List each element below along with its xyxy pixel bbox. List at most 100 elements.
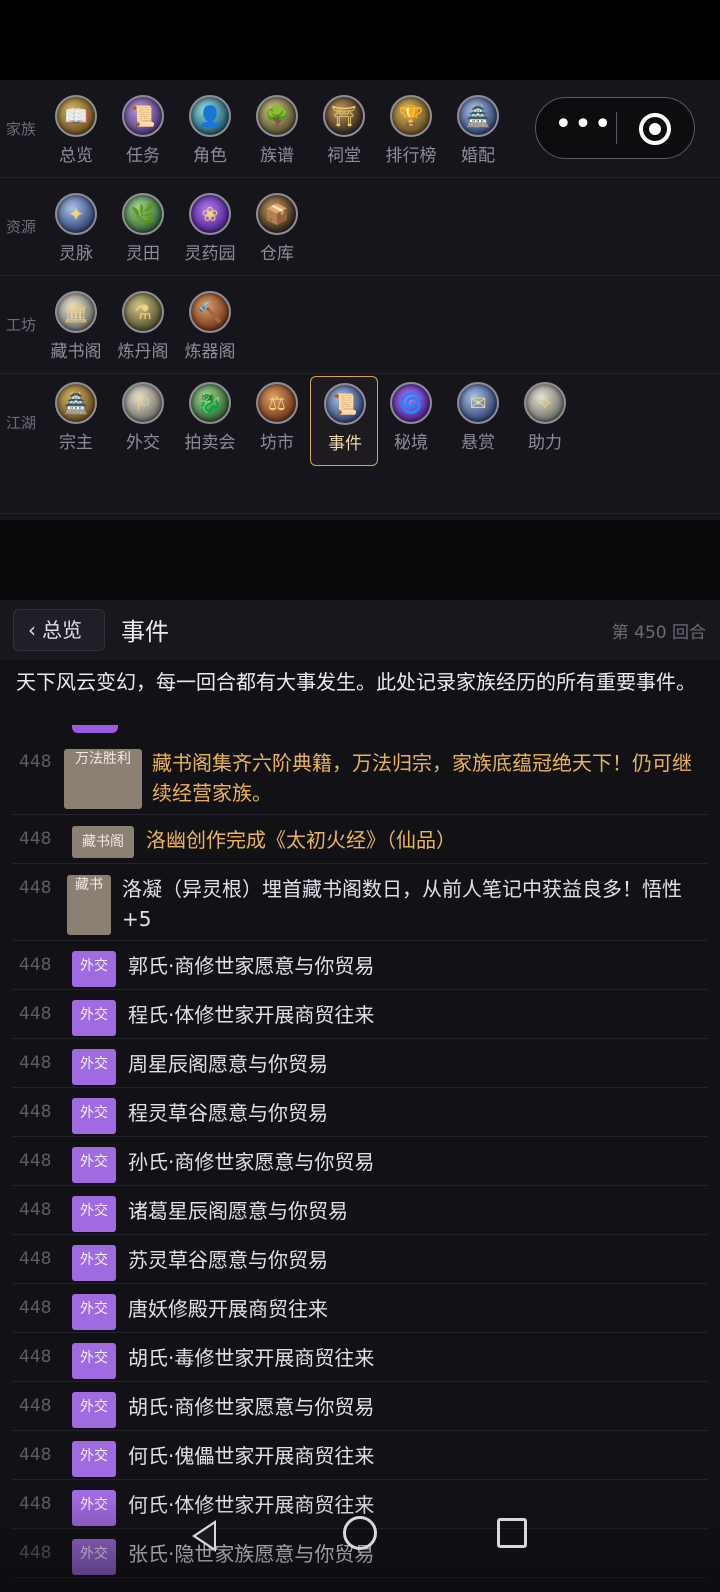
event-round: 448 [19, 1396, 52, 1416]
spirit-vein-icon: ✦ [55, 193, 97, 235]
event-tag: 外交 [72, 1245, 116, 1281]
close-miniprogram-icon[interactable] [639, 113, 671, 145]
event-tag: 外交 [72, 1294, 116, 1330]
bounty-icon: ✉ [457, 382, 499, 424]
nav-item-label: 外交 [126, 433, 160, 453]
nav-item[interactable]: ⛩ 祠堂 [310, 89, 378, 179]
event-round: 448 [19, 1445, 52, 1465]
nav-item[interactable]: ✉ 悬赏 [444, 376, 512, 466]
event-row: 448 外交 郭氏·商修世家愿意与你贸易 [12, 941, 708, 990]
nav-item[interactable]: 🌀 秘境 [377, 376, 445, 466]
back-button-label: 总览 [42, 618, 82, 642]
event-tag: 藏书 [67, 875, 111, 935]
nav-item-label: 任务 [126, 146, 160, 166]
event-list[interactable]: 448 万法胜利 藏书阁集齐六阶典籍，万法归宗，家族底蕴冠绝天下！仍可继续经营家族。… [12, 738, 708, 1578]
system-navigation-bar [0, 1498, 720, 1592]
nav-item-label: 秘境 [394, 433, 428, 453]
nav-item[interactable]: ⚗ 炼丹阁 [109, 285, 177, 375]
event-round: 448 [19, 1151, 52, 1171]
secret-realm-icon: 🌀 [390, 382, 432, 424]
event-message: 周星辰阁愿意与你贸易 [128, 1052, 328, 1076]
nav-item[interactable]: 🔨 炼器阁 [176, 285, 244, 375]
event-message: 郭氏·商修世家愿意与你贸易 [128, 954, 375, 978]
system-back-icon[interactable] [190, 1518, 218, 1554]
nav-item-label: 排行榜 [385, 146, 437, 166]
back-button[interactable]: ‹ 总览 [13, 609, 105, 651]
nav-item-label: 灵田 [126, 244, 160, 264]
nav-item-label: 事件 [328, 434, 362, 454]
system-home-icon[interactable] [343, 1516, 377, 1550]
nav-item[interactable]: 📦 仓库 [243, 187, 311, 277]
nav-item[interactable]: 🏯 婚配 [444, 89, 512, 179]
nav-item-label: 灵药园 [184, 244, 236, 264]
person-icon: 👤 [189, 95, 231, 137]
scroll-icon: 📜 [122, 95, 164, 137]
scroll-indicator [72, 725, 118, 733]
nav-item[interactable]: 📖 总览 [42, 89, 110, 179]
event-round: 448 [19, 1004, 52, 1024]
nav-item[interactable]: 🐉 拍卖会 [176, 376, 244, 466]
nav-category-label: 资源 [6, 218, 37, 236]
nav-item[interactable]: 🏯 宗主 [42, 376, 110, 466]
round-counter: 第 450 回合 [611, 623, 706, 643]
nav-item[interactable]: ❀ 灵药园 [176, 187, 244, 277]
event-message: 洛幽创作完成《太初火经》（仙品） [146, 828, 456, 852]
event-row: 448 万法胜利 藏书阁集齐六阶典籍，万法归宗，家族底蕴冠绝天下！仍可继续经营家族。 [12, 738, 708, 815]
nav-item[interactable]: ✧ 助力 [511, 376, 579, 466]
nav-item[interactable]: ⚖ 坊市 [243, 376, 311, 466]
event-tag: 外交 [72, 1049, 116, 1085]
nav-item-label: 藏书阁 [50, 342, 102, 362]
event-row: 448 藏书 洛凝（异灵根）埋首藏书阁数日，从前人笔记中获益良多！悟性+5 [12, 864, 708, 941]
event-message: 诸葛星辰阁愿意与你贸易 [128, 1199, 348, 1223]
herb-garden-icon: ❀ [189, 193, 231, 235]
nav-row: 资源 ✦ 灵脉 🌿 灵田 ❀ 灵药园 📦 仓库 [0, 178, 720, 276]
nav-item-label: 仓库 [260, 244, 294, 264]
event-tag: 万法胜利 [64, 749, 142, 809]
event-tag: 外交 [72, 1343, 116, 1379]
nav-item-label: 悬赏 [461, 433, 495, 453]
event-message: 何氏·傀儡世家开展商贸往来 [128, 1444, 375, 1468]
event-message: 程氏·体修世家开展商贸往来 [128, 1003, 375, 1027]
nav-item-label: 炼器阁 [184, 342, 236, 362]
status-bar [0, 0, 720, 80]
nav-item[interactable]: ✦ 灵脉 [42, 187, 110, 277]
nav-item[interactable]: 🏆 排行榜 [377, 89, 445, 179]
nav-category-label: 江湖 [6, 414, 37, 432]
event-round: 448 [19, 1102, 52, 1122]
nav-item-label: 灵脉 [59, 244, 93, 264]
nav-item-label: 祠堂 [327, 146, 361, 166]
event-row: 448 外交 周星辰阁愿意与你贸易 [12, 1039, 708, 1088]
diplomacy-icon: ⚐ [122, 382, 164, 424]
nav-item-label: 角色 [193, 146, 227, 166]
library-icon: 🏛 [55, 291, 97, 333]
field-icon: 🌿 [122, 193, 164, 235]
nav-item[interactable]: ⚐ 外交 [109, 376, 177, 466]
nav-item[interactable]: 🌳 族谱 [243, 89, 311, 179]
event-message: 胡氏·毒修世家开展商贸往来 [128, 1346, 375, 1370]
boost-icon: ✧ [524, 382, 566, 424]
system-recents-icon[interactable] [497, 1518, 527, 1548]
chevron-left-icon: ‹ [28, 618, 36, 642]
event-row: 448 外交 胡氏·商修世家愿意与你贸易 [12, 1382, 708, 1431]
event-round: 448 [19, 1053, 52, 1073]
nav-row: 工坊 🏛 藏书阁 ⚗ 炼丹阁 🔨 炼器阁 [0, 276, 720, 374]
nav-item[interactable]: 📜 任务 [109, 89, 177, 179]
nav-item-label: 拍卖会 [184, 433, 236, 453]
miniprogram-capsule: ••• [535, 97, 695, 159]
nav-item[interactable]: 🌿 灵田 [109, 187, 177, 277]
event-row: 448 外交 何氏·傀儡世家开展商贸往来 [12, 1431, 708, 1480]
nav-item[interactable]: 🏛 藏书阁 [42, 285, 110, 375]
event-tag: 外交 [72, 1392, 116, 1428]
events-intro: 天下风云变幻，每一回合都有大事发生。此处记录家族经历的所有重要事件。 [16, 670, 696, 694]
nav-row: 江湖 🏯 宗主 ⚐ 外交 🐉 拍卖会 ⚖ 坊市 📜 事件 🌀 秘境 ✉ 悬赏 ✧ 助力 [0, 374, 720, 514]
nav-item[interactable]: 👤 角色 [176, 89, 244, 179]
sect-master-icon: 🏯 [55, 382, 97, 424]
more-options-button[interactable]: ••• [554, 110, 614, 143]
event-message: 苏灵草谷愿意与你贸易 [128, 1248, 328, 1272]
event-message: 唐妖修殿开展商贸往来 [128, 1297, 328, 1321]
event-row: 448 藏书阁 洛幽创作完成《太初火经》（仙品） [12, 815, 708, 864]
nav-item[interactable]: 📜 事件 [310, 376, 378, 466]
event-round: 448 [19, 829, 52, 849]
event-row: 448 外交 程灵草谷愿意与你贸易 [12, 1088, 708, 1137]
book-icon: 📖 [55, 95, 97, 137]
